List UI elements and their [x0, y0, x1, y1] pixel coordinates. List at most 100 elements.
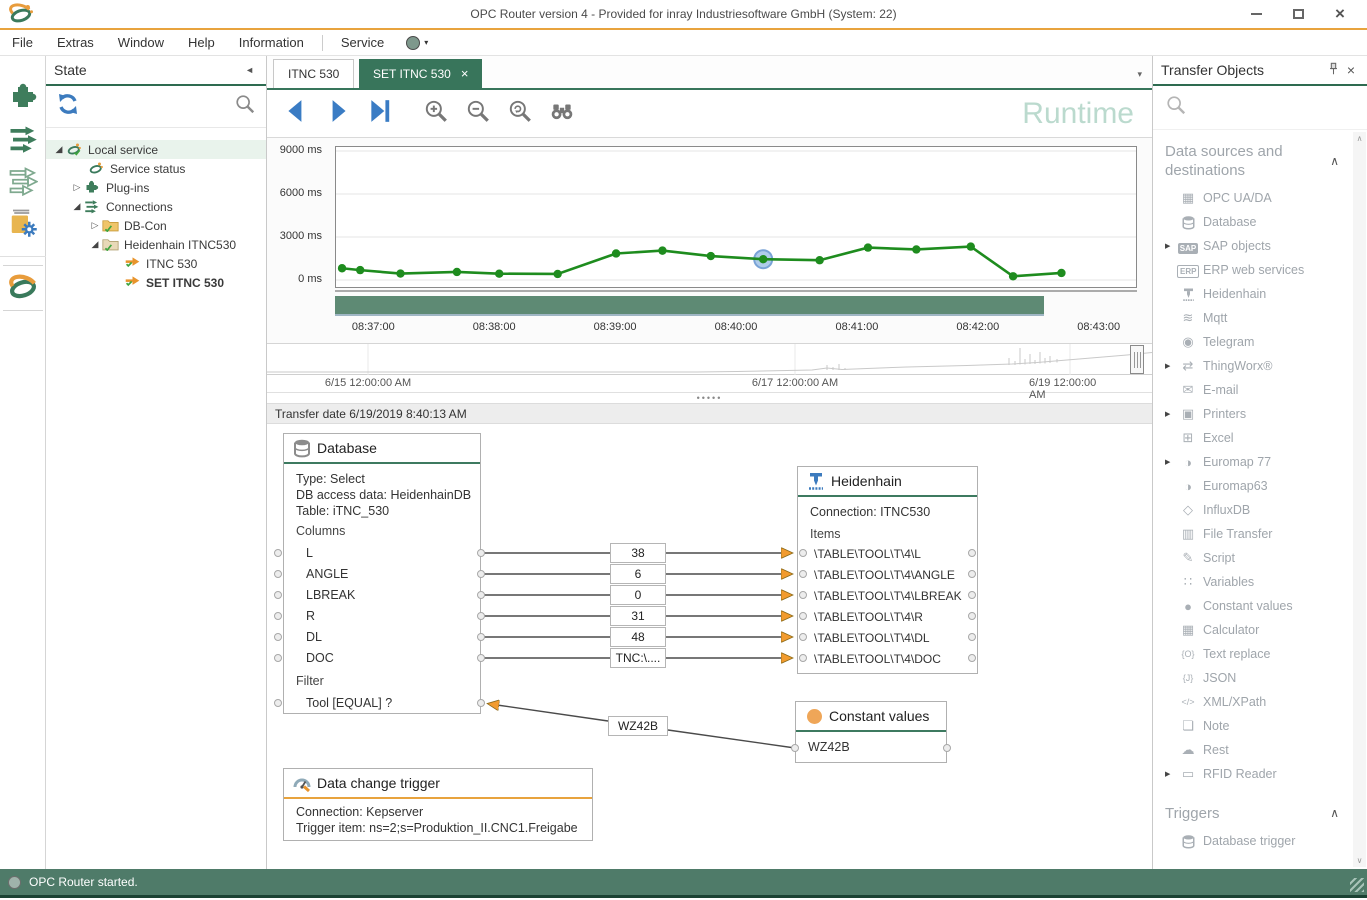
zoom-reset-icon[interactable] — [507, 98, 533, 129]
heidenhain-item[interactable]: \TABLE\TOOL\T\4\DOC — [798, 652, 977, 666]
tree-item-itnc-530[interactable]: ITNC 530 — [46, 254, 266, 273]
transfer-object-database[interactable]: Database — [1165, 210, 1353, 234]
node-header[interactable]: Data change trigger — [284, 769, 592, 797]
transfer-object-heidenhain[interactable]: Heidenhain — [1165, 282, 1353, 306]
section-header-triggers[interactable]: Triggers∧ — [1165, 804, 1353, 823]
data-point[interactable] — [553, 270, 561, 278]
data-point[interactable] — [338, 264, 346, 272]
expander-icon[interactable]: ▶ — [1165, 242, 1177, 250]
service-dropdown-icon[interactable]: ▾ — [424, 38, 428, 47]
tree-item-connections[interactable]: ◢ Connections — [46, 197, 266, 216]
tree-item-plug-ins[interactable]: ▷ Plug-ins — [46, 178, 266, 197]
transfer-object-rfid-reader[interactable]: ▶▭RFID Reader — [1165, 762, 1353, 786]
data-point[interactable] — [967, 242, 975, 250]
transfer-object-file-transfer[interactable]: ▥File Transfer — [1165, 522, 1353, 546]
tree-item-db-con[interactable]: ▷ DB-Con — [46, 216, 266, 235]
transfer-object-rest[interactable]: ☁Rest — [1165, 738, 1353, 762]
zoom-out-icon[interactable] — [465, 98, 491, 129]
last-transfer-icon[interactable] — [367, 98, 393, 129]
search-icon[interactable] — [234, 93, 256, 120]
print-jobs-icon[interactable] — [6, 206, 40, 240]
data-point[interactable] — [864, 243, 872, 251]
db-column[interactable]: L — [284, 546, 480, 560]
tab-list-dropdown-icon[interactable]: ▾ — [1137, 69, 1142, 80]
node-data-change-trigger[interactable]: Data change trigger Connection: Kepserve… — [283, 768, 593, 841]
transfer-object-printers[interactable]: ▶▣Printers — [1165, 402, 1353, 426]
tab-itnc-530[interactable]: ITNC 530 — [273, 59, 354, 88]
expander-icon[interactable]: ◢ — [54, 144, 64, 155]
heidenhain-item[interactable]: \TABLE\TOOL\T\4\L — [798, 547, 977, 561]
expander-icon[interactable]: ▶ — [1165, 770, 1177, 778]
tree-item-service-status[interactable]: Service status — [46, 159, 266, 178]
tab-set-itnc-530[interactable]: SET ITNC 530 × — [359, 59, 482, 88]
template-connections-icon[interactable] — [6, 164, 40, 198]
tab-close-icon[interactable]: × — [461, 66, 469, 81]
transfer-object-excel[interactable]: ⊞Excel — [1165, 426, 1353, 450]
node-header[interactable]: Constant values — [796, 702, 946, 730]
transfer-object-calculator[interactable]: ▦Calculator — [1165, 618, 1353, 642]
pin-icon[interactable] — [1324, 62, 1343, 78]
section-collapse-icon[interactable]: ∧ — [1330, 152, 1339, 171]
menu-information[interactable]: Information — [227, 30, 316, 55]
heidenhain-item[interactable]: \TABLE\TOOL\T\4\LBREAK — [798, 589, 977, 603]
db-column[interactable]: ANGLE — [284, 567, 480, 581]
section-header-data-sources-and-destinations[interactable]: Data sources and destinations∧ — [1165, 142, 1353, 180]
minimize-button[interactable] — [1235, 0, 1277, 28]
transfer-object-euromap63[interactable]: ◑Euromap63 — [1165, 474, 1353, 498]
transfer-object-variables[interactable]: ∷Variables — [1165, 570, 1353, 594]
menu-help[interactable]: Help — [176, 30, 227, 55]
menu-window[interactable]: Window — [106, 30, 176, 55]
node-constant-values[interactable]: Constant values WZ42B — [795, 701, 947, 763]
db-column[interactable]: R — [284, 609, 480, 623]
panel-close-icon[interactable]: × — [1343, 62, 1359, 78]
transfer-object-influxdb[interactable]: ◇InfluxDB — [1165, 498, 1353, 522]
transfer-object-database-trigger[interactable]: Database trigger — [1165, 829, 1353, 853]
scroll-down-icon[interactable]: ∨ — [1357, 856, 1363, 865]
node-database[interactable]: Database Type: Select DB access data: He… — [283, 433, 481, 714]
opc-router-logo-icon[interactable] — [3, 265, 43, 311]
data-point[interactable] — [495, 269, 503, 277]
next-transfer-icon[interactable] — [325, 98, 351, 129]
transfer-objects-search[interactable] — [1153, 86, 1367, 130]
transfer-object-script[interactable]: ✎Script — [1165, 546, 1353, 570]
timeline-overview[interactable] — [267, 343, 1152, 375]
connection-diagram[interactable]: Database Type: Select DB access data: He… — [267, 424, 1152, 867]
data-point[interactable] — [815, 256, 823, 264]
expander-icon[interactable]: ▶ — [1165, 458, 1177, 466]
db-filter-row[interactable]: Tool [EQUAL] ? — [284, 696, 480, 710]
expander-icon[interactable]: ◢ — [90, 239, 100, 250]
refresh-icon[interactable] — [56, 92, 80, 121]
transfer-object-e-mail[interactable]: ✉E-mail — [1165, 378, 1353, 402]
resize-grip[interactable] — [1350, 878, 1364, 892]
data-point[interactable] — [396, 269, 404, 277]
data-point[interactable] — [707, 252, 715, 260]
menu-file[interactable]: File — [0, 30, 45, 55]
data-point[interactable] — [612, 249, 620, 257]
transfer-object-note[interactable]: ❏Note — [1165, 714, 1353, 738]
transfer-object-xml-xpath[interactable]: </>XML/XPath — [1165, 690, 1353, 714]
expander-icon[interactable]: ▷ — [90, 220, 100, 231]
transfer-object-sap-objects[interactable]: ▶SAPSAP objects — [1165, 234, 1353, 258]
node-header[interactable]: Heidenhain — [798, 467, 977, 495]
timeline-slider-handle[interactable] — [1130, 345, 1144, 374]
transfer-object-euromap-77[interactable]: ▶◑Euromap 77 — [1165, 450, 1353, 474]
connections-icon[interactable] — [6, 122, 40, 156]
constant-value-row[interactable]: WZ42B — [796, 740, 946, 754]
transfer-object-telegram[interactable]: ◉Telegram — [1165, 330, 1353, 354]
transfer-object-erp-web-services[interactable]: ERPERP web services — [1165, 258, 1353, 282]
heidenhain-item[interactable]: \TABLE\TOOL\T\4\R — [798, 610, 977, 624]
plugins-icon[interactable] — [6, 80, 40, 114]
zoom-in-icon[interactable] — [423, 98, 449, 129]
node-heidenhain[interactable]: Heidenhain Connection: ITNC530 Items \TA… — [797, 466, 978, 674]
data-point[interactable] — [453, 268, 461, 276]
find-icon[interactable] — [549, 98, 575, 129]
data-point[interactable] — [356, 266, 364, 274]
db-column[interactable]: LBREAK — [284, 588, 480, 602]
expander-icon[interactable]: ▶ — [1165, 410, 1177, 418]
panel-collapse-icon[interactable]: ◄ — [241, 65, 258, 75]
db-column[interactable]: DOC — [284, 651, 480, 665]
splitter-handle[interactable]: ••••• — [267, 393, 1152, 403]
transfer-object-mqtt[interactable]: ≋Mqtt — [1165, 306, 1353, 330]
maximize-button[interactable] — [1277, 0, 1319, 28]
chart-plot-area[interactable] — [335, 146, 1137, 288]
